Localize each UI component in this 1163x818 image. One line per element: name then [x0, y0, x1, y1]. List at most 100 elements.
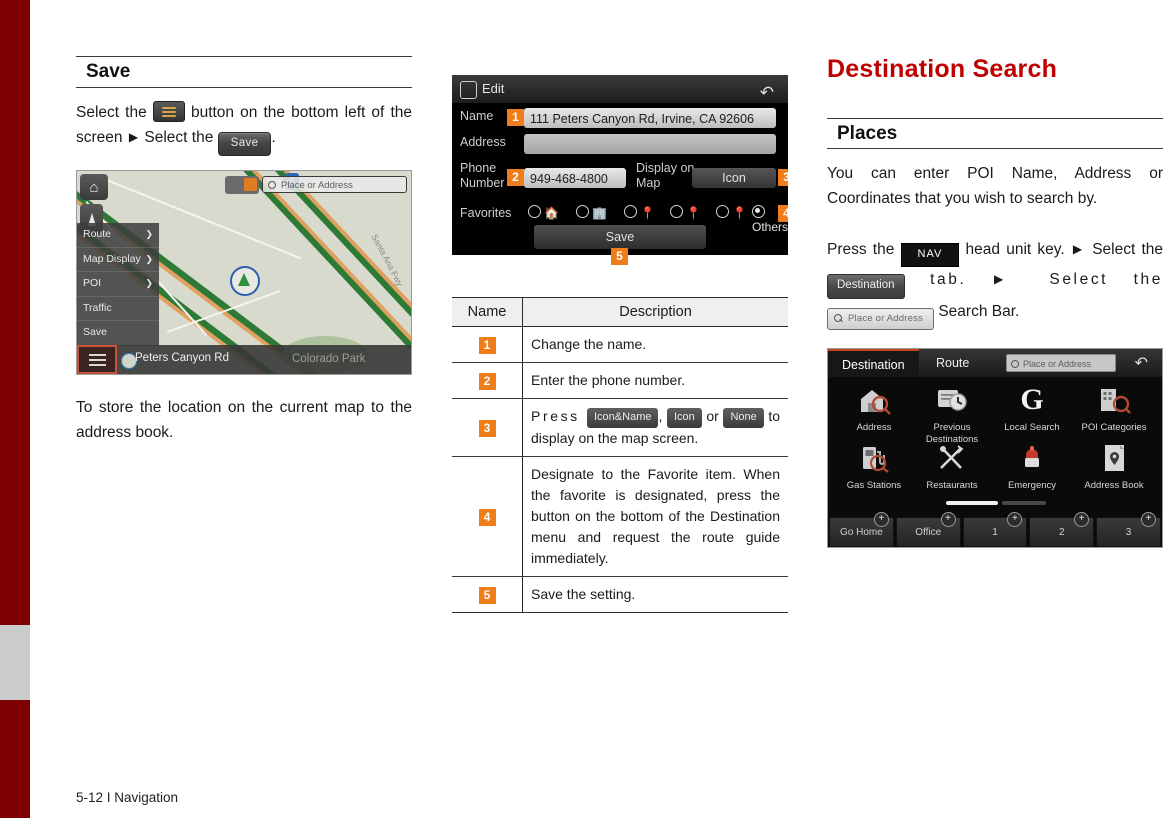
places-steps-paragraph: Press the NAV head unit key. ▶ Select th…: [827, 237, 1163, 331]
map-menu-item-map-display[interactable]: Map Display ❯: [77, 247, 159, 273]
favorite-option-place-1[interactable]: 📍: [624, 205, 655, 220]
map-menu-item-poi[interactable]: POI ❯: [77, 272, 159, 297]
plus-icon[interactable]: +: [1140, 512, 1156, 528]
radio-icon[interactable]: [716, 205, 729, 218]
hamburger-menu-icon[interactable]: [77, 345, 117, 375]
map-menu-item-save[interactable]: Save: [77, 321, 159, 346]
tab-route[interactable]: Route: [922, 349, 983, 377]
step-part-6: Search Bar.: [934, 302, 1020, 320]
none-button[interactable]: None: [723, 408, 764, 428]
edit-screen-screenshot: Edit ↶ Name 1 111 Peters Canyon Rd, Irvi…: [452, 75, 788, 265]
destination-tab-button[interactable]: Destination: [827, 274, 905, 299]
tile-label: Gas Stations: [846, 480, 902, 492]
emergency-icon: [990, 439, 1074, 477]
name-field-value[interactable]: 111 Peters Canyon Rd, Irvine, CA 92606: [524, 108, 776, 128]
place-or-address-search-button[interactable]: Place or Address: [827, 307, 935, 331]
arrow-separator-icon: ▶: [1072, 242, 1084, 257]
others-label: Others: [752, 220, 788, 234]
column-header-description: Description: [522, 297, 788, 327]
plus-icon[interactable]: +: [940, 512, 956, 528]
plus-icon[interactable]: +: [1007, 512, 1023, 528]
plus-icon[interactable]: +: [1074, 512, 1090, 528]
address-field-value[interactable]: [524, 134, 776, 154]
callout-badge-4: 4: [478, 509, 496, 526]
table-row: 5 Save the setting.: [452, 576, 788, 613]
row-description-cell: Designate to the Favorite item. When the…: [522, 456, 788, 577]
home-icon[interactable]: ⌂: [80, 174, 108, 201]
icon-and-name-button[interactable]: Icon&Name: [587, 408, 659, 428]
section-title: Places: [837, 122, 898, 144]
step-part-5: Select the: [1023, 271, 1163, 289]
radio-icon[interactable]: [752, 205, 765, 218]
tile-local-search[interactable]: G Local Search: [990, 381, 1074, 434]
column-header-name: Name: [452, 297, 523, 327]
quick-button-office[interactable]: Office +: [895, 512, 961, 548]
page-indicator[interactable]: [946, 501, 1046, 506]
radio-icon[interactable]: [624, 205, 637, 218]
edit-save-button[interactable]: Save: [534, 225, 706, 249]
previous-destinations-icon: [910, 381, 994, 419]
map-menu-item-route[interactable]: Route ❯: [77, 223, 159, 248]
step-part-1: Press the: [827, 241, 901, 259]
tile-address-book[interactable]: Address Book: [1072, 439, 1156, 492]
poi-toggle-icon[interactable]: [225, 176, 259, 195]
edit-screen-body: Edit ↶ Name 1 111 Peters Canyon Rd, Irvi…: [452, 75, 788, 255]
quick-button-go-home[interactable]: Go Home +: [829, 512, 894, 548]
table-row: 2 Enter the phone number.: [452, 362, 788, 399]
tile-address[interactable]: Address: [832, 381, 916, 434]
map-search-bar[interactable]: Place or Address: [262, 176, 407, 194]
radio-icon[interactable]: [670, 205, 683, 218]
quick-button-1[interactable]: 1 +: [962, 512, 1028, 548]
hamburger-menu-icon[interactable]: [152, 100, 185, 122]
office-icon: 🏢: [592, 206, 608, 220]
tile-poi-categories[interactable]: POI Categories: [1072, 381, 1156, 434]
radio-icon[interactable]: [576, 205, 589, 218]
table-row: 3 Press Icon&Name, Icon or None to displ…: [452, 398, 788, 457]
tile-label: Restaurants: [926, 480, 978, 492]
quick-button-2[interactable]: 2 +: [1029, 512, 1095, 548]
restaurant-icon: [910, 439, 994, 477]
quick-label: 1: [992, 526, 998, 538]
favorite-option-home[interactable]: 🏠: [528, 205, 559, 220]
tile-restaurants[interactable]: Restaurants: [910, 439, 994, 492]
tile-label: Emergency: [1007, 480, 1057, 492]
edit-title-text: Edit: [482, 81, 505, 96]
table-header-row: Name Description: [452, 297, 788, 327]
table-row: 4 Designate to the Favorite item. When t…: [452, 456, 788, 577]
destination-search-bar[interactable]: Place or Address: [1006, 354, 1116, 373]
tile-label: Address: [856, 422, 892, 434]
plus-icon[interactable]: +: [873, 512, 889, 528]
gas-station-icon: [832, 439, 916, 477]
icon-button[interactable]: Icon: [666, 408, 702, 428]
place-pin-icon: 📍: [640, 206, 656, 220]
menu-label: Map Display: [83, 252, 141, 265]
tile-gas-stations[interactable]: Gas Stations: [832, 439, 916, 492]
display-on-map-value-button[interactable]: Icon: [692, 168, 776, 188]
favorite-option-place-3[interactable]: 📍: [716, 205, 747, 220]
save-inline-button[interactable]: Save: [217, 131, 272, 157]
places-intro-paragraph: You can enter POI Name, Address or Coord…: [827, 165, 1163, 208]
manual-page: Save Select the button on the bottom lef…: [0, 0, 1163, 818]
back-arrow-icon[interactable]: ↶: [760, 79, 774, 107]
quick-label: Go Home: [840, 526, 883, 538]
tile-emergency[interactable]: Emergency: [990, 439, 1074, 492]
quick-button-3[interactable]: 3 +: [1096, 512, 1161, 548]
instr-part-1: Select the: [76, 103, 153, 121]
menu-label: Save: [83, 326, 107, 339]
display-on-map-label: Display on Map: [636, 161, 695, 190]
map-menu-item-traffic[interactable]: Traffic: [77, 296, 159, 322]
tile-previous-destinations[interactable]: Previous Destinations: [910, 381, 994, 446]
phone-field-value[interactable]: 949-468-4800: [524, 168, 626, 188]
page-title: Destination Search: [827, 55, 1058, 83]
favorite-option-office[interactable]: 🏢: [576, 205, 607, 220]
arrow-separator-icon: ▶: [128, 129, 139, 144]
callout-badge-1: 1: [507, 109, 524, 126]
row-badge-cell: 1: [452, 326, 523, 363]
radio-icon[interactable]: [528, 205, 541, 218]
chevron-right-icon: ❯: [145, 253, 153, 264]
menu-label: Traffic: [83, 301, 112, 314]
back-arrow-icon[interactable]: ↶: [1135, 353, 1148, 373]
favorite-option-place-2[interactable]: 📍: [670, 205, 701, 220]
nav-hard-key-button[interactable]: NAV: [900, 243, 960, 268]
tab-destination[interactable]: Destination: [828, 349, 919, 378]
